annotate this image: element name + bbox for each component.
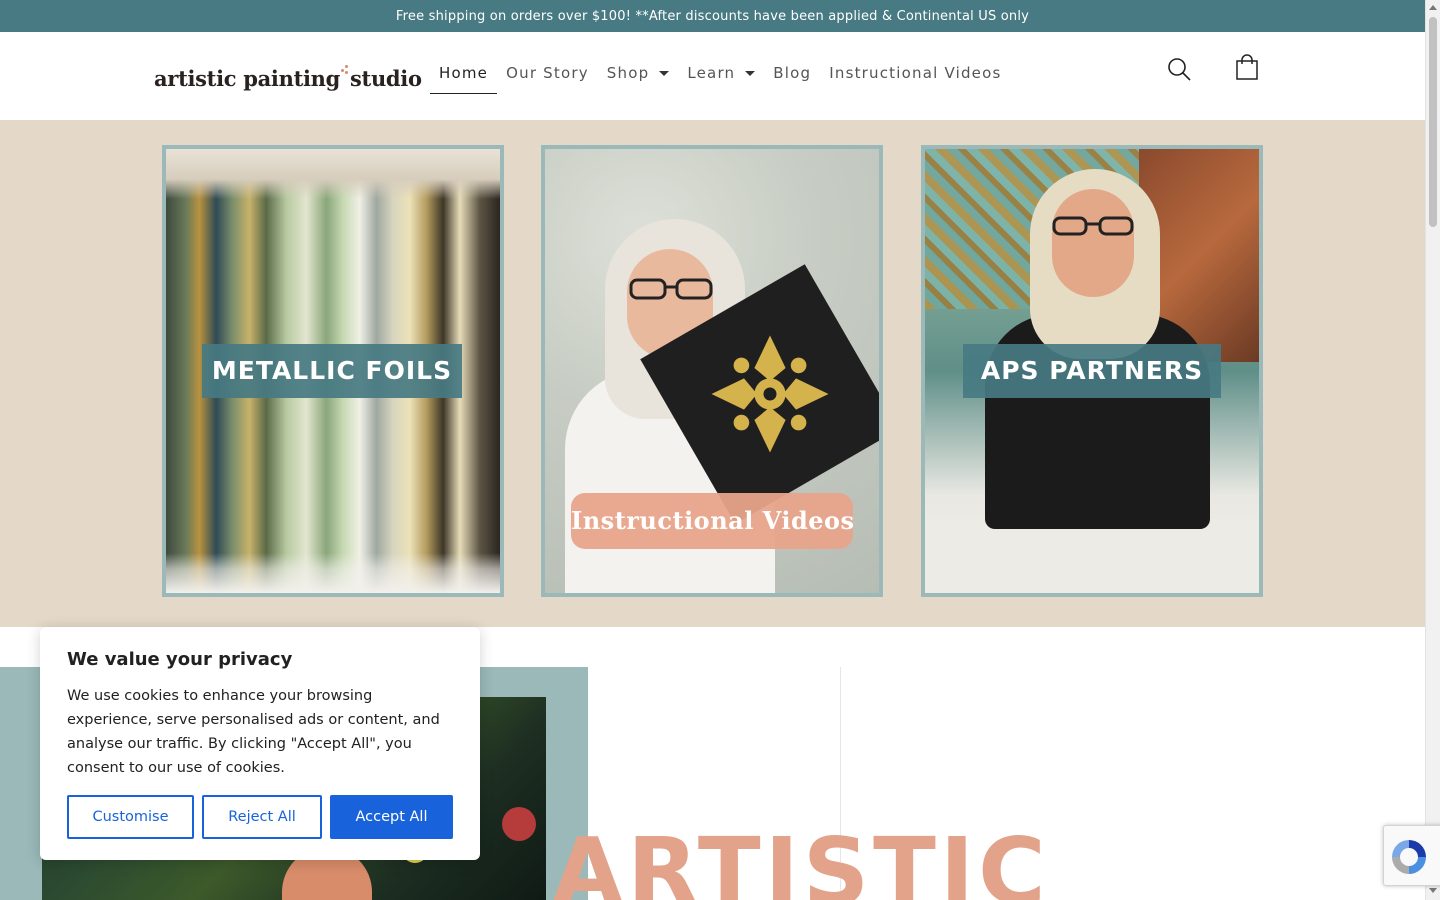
card-instructional-videos[interactable]: Instructional Videos: [541, 145, 883, 597]
nav-label-shop: Shop: [606, 64, 650, 82]
nav-label-learn: Learn: [687, 64, 736, 82]
announcement-text: Free shipping on orders over $100! **Aft…: [395, 8, 1030, 24]
recaptcha-icon: [1392, 840, 1426, 874]
card-label-instructional-videos: Instructional Videos: [571, 493, 854, 549]
search-icon[interactable]: [1166, 56, 1192, 82]
logo-dots-icon: [341, 65, 349, 75]
nav-item-learn[interactable]: Learn: [678, 52, 764, 94]
card-label-aps-partners: APS PARTNERS: [963, 344, 1221, 398]
announcement-bar: Free shipping on orders over $100! **Aft…: [0, 0, 1425, 32]
scroll-up-icon[interactable]: [1429, 5, 1437, 10]
chevron-down-icon: [745, 70, 756, 76]
scroll-down-icon[interactable]: [1429, 888, 1437, 893]
nav-item-blog[interactable]: Blog: [764, 52, 820, 94]
main-nav: Home Our Story Shop Learn Blog Instructi…: [430, 52, 1010, 94]
logo-text-left: artistic painting: [154, 65, 341, 91]
logo-text-right: studio: [350, 65, 422, 91]
card-aps-partners[interactable]: APS PARTNERS: [921, 145, 1263, 597]
cart-icon[interactable]: [1233, 54, 1261, 82]
recaptcha-badge[interactable]: [1383, 825, 1440, 886]
site-logo[interactable]: artistic painting studio: [154, 58, 422, 98]
flower-decoration: [502, 807, 536, 841]
person-face: [1052, 189, 1134, 297]
cookie-title: We value your privacy: [67, 649, 293, 670]
nav-label-home: Home: [439, 63, 489, 82]
scrollbar-thumb[interactable]: [1429, 17, 1437, 227]
nav-label-blog: Blog: [773, 64, 812, 82]
reject-all-button[interactable]: Reject All: [202, 795, 322, 839]
accept-all-button[interactable]: Accept All: [330, 795, 453, 839]
cookie-description: We use cookies to enhance your browsing …: [67, 688, 440, 776]
nav-label-our-story: Our Story: [506, 64, 589, 82]
nav-item-instructional-videos[interactable]: Instructional Videos: [820, 52, 1010, 94]
table-surface: [925, 519, 1259, 593]
nav-item-shop[interactable]: Shop: [598, 52, 679, 94]
glasses-icon: [629, 278, 713, 300]
about-heading: ARTISTIC: [552, 818, 1050, 900]
page-scrollbar[interactable]: [1425, 0, 1440, 900]
nav-item-home[interactable]: Home: [430, 52, 498, 94]
card-label-metallic-foils: METALLIC FOILS: [202, 344, 462, 398]
cookie-button-group: Customise Reject All Accept All: [67, 795, 453, 839]
nav-item-our-story[interactable]: Our Story: [497, 52, 598, 94]
nav-label-instructional-videos: Instructional Videos: [829, 64, 1002, 82]
card-metallic-foils[interactable]: METALLIC FOILS: [162, 145, 504, 597]
chevron-down-icon: [659, 70, 670, 76]
hero-section: METALLIC FOILS Instructional Videos APS …: [0, 120, 1425, 627]
glasses-icon: [1052, 216, 1134, 236]
stencil-pattern-icon: [711, 335, 829, 453]
site-header: artistic painting studio Home Our Story …: [0, 32, 1425, 120]
customise-button[interactable]: Customise: [67, 795, 194, 839]
cookie-consent-banner: We value your privacy We use cookies to …: [40, 627, 480, 860]
